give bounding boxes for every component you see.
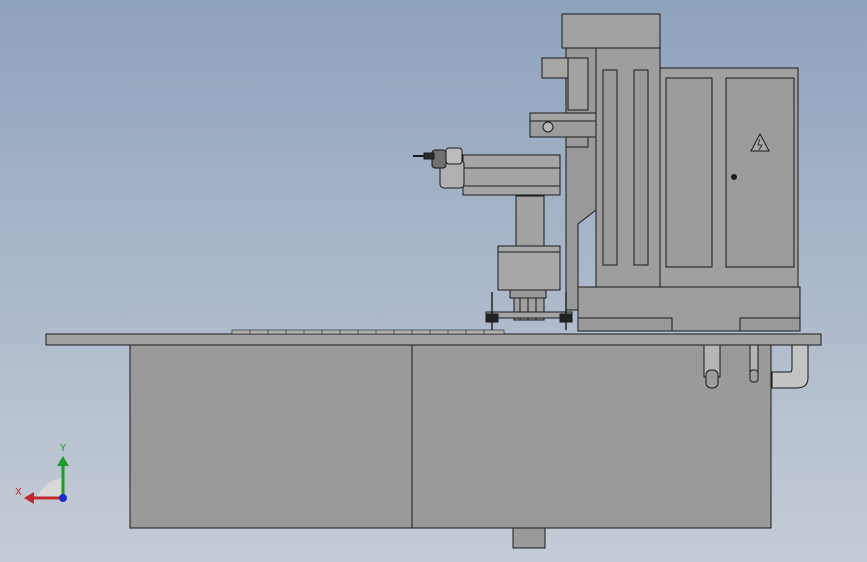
base-cabinet	[129, 344, 772, 549]
axis-triad	[24, 456, 69, 504]
x-axis-label: X	[15, 487, 22, 498]
cad-model-drawing[interactable]	[0, 0, 867, 562]
pallet-strip	[231, 329, 505, 335]
base-table	[45, 333, 822, 346]
rotary-table	[485, 195, 573, 330]
graphics-viewport[interactable]: Y X	[0, 0, 867, 562]
y-axis-label: Y	[60, 443, 67, 454]
z-axis-dot	[59, 494, 67, 502]
machine-bed	[577, 286, 801, 332]
electrical-cabinet	[659, 67, 799, 288]
spindle-head	[413, 147, 465, 189]
